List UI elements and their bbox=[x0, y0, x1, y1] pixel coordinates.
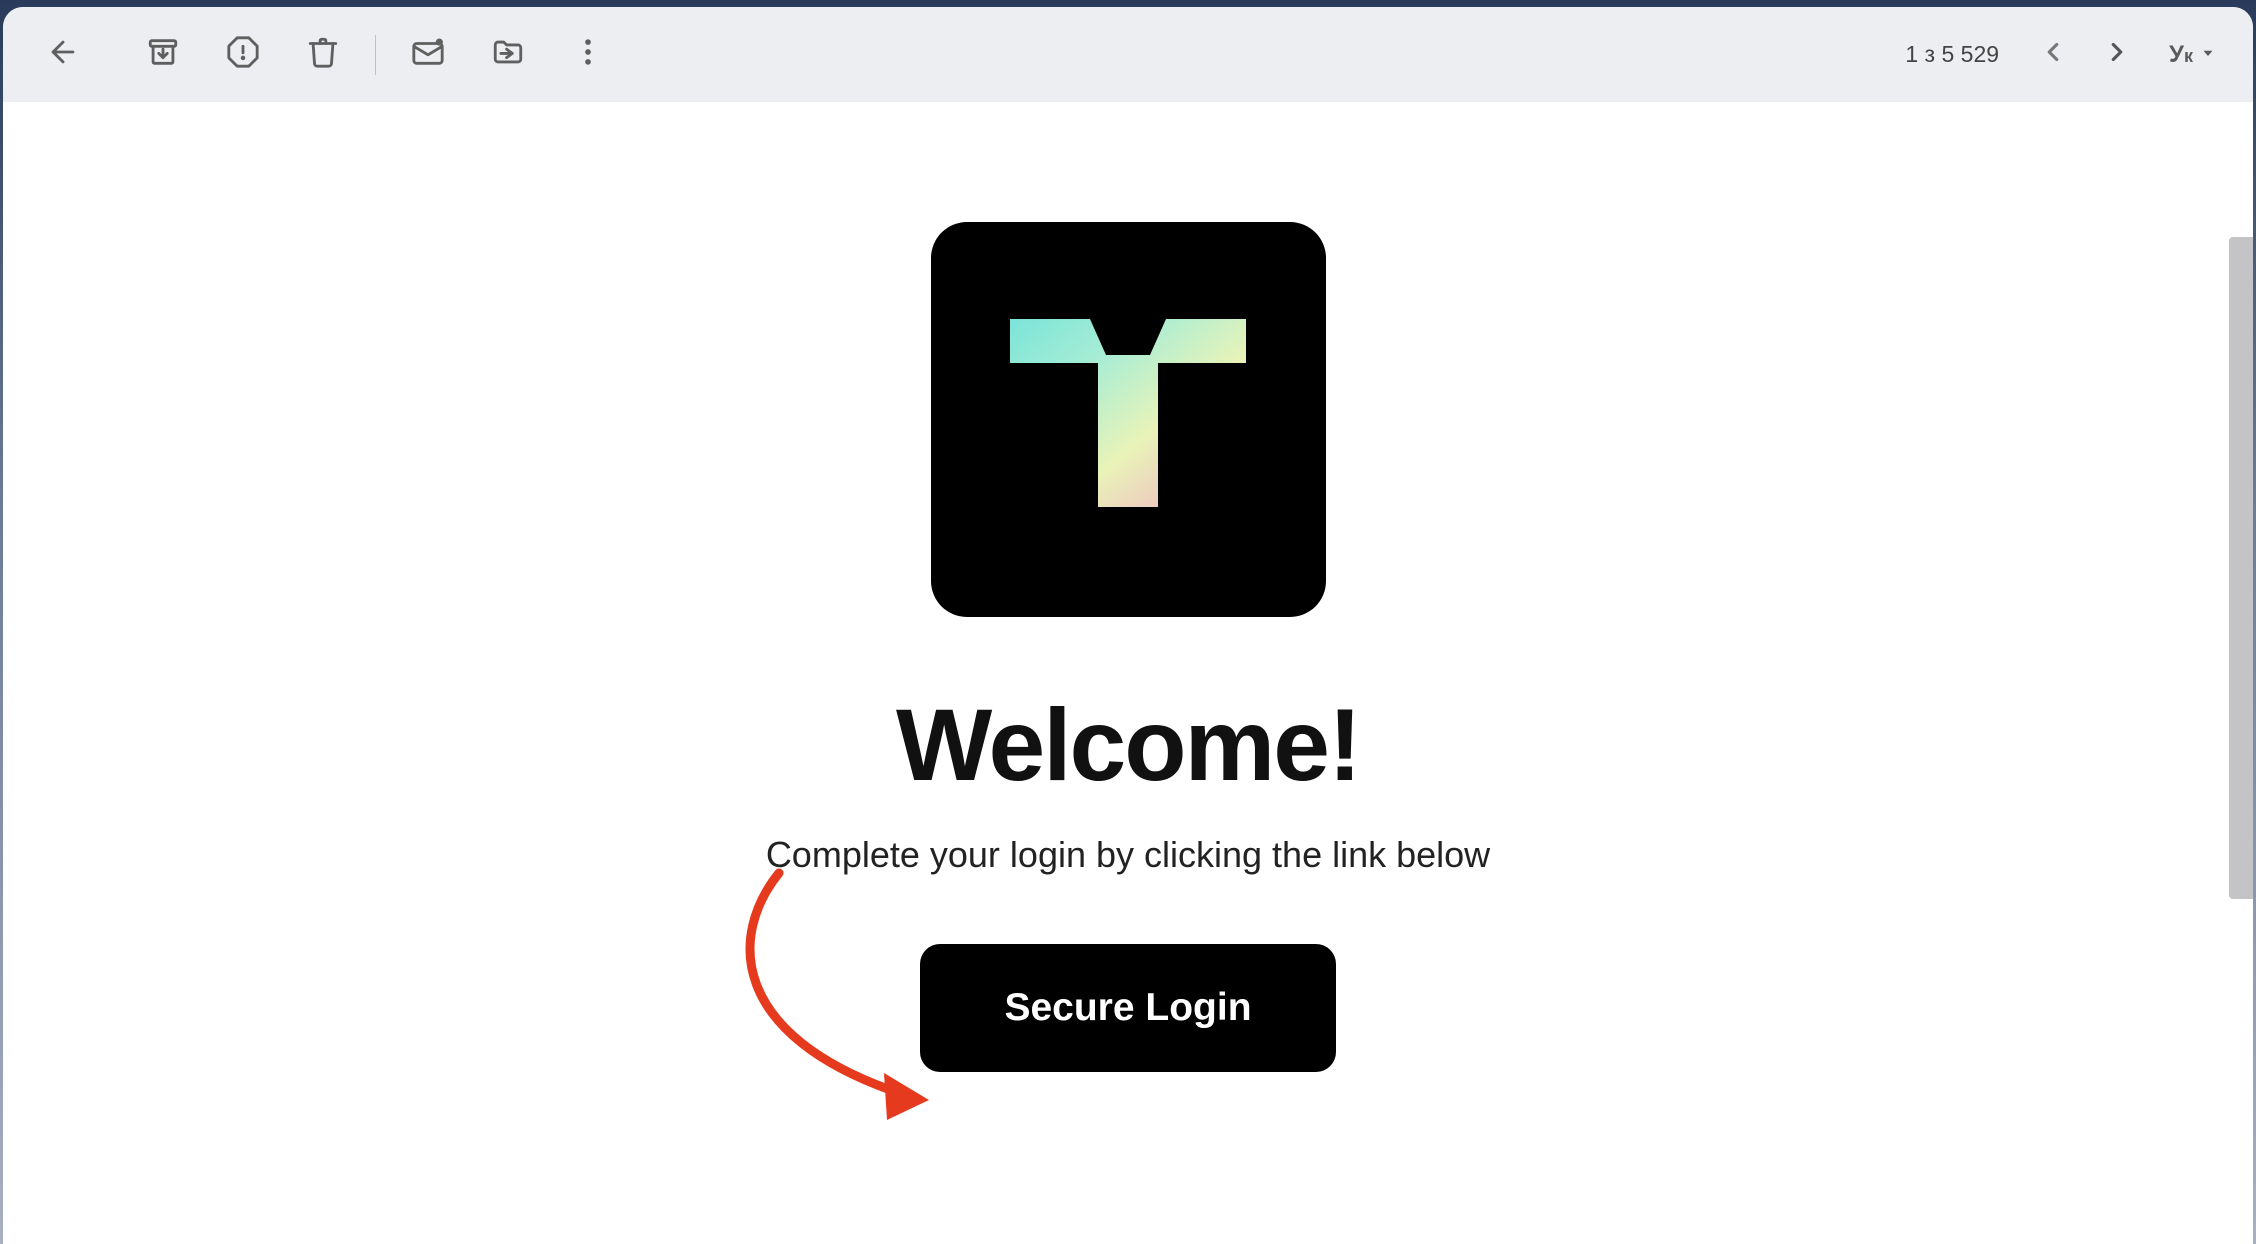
toolbar-divider bbox=[375, 35, 376, 75]
toolbar: 1 з 5 529 Ук bbox=[3, 7, 2253, 102]
archive-icon bbox=[146, 35, 180, 74]
caret-down-icon bbox=[2199, 41, 2217, 69]
scrollbar-thumb[interactable] bbox=[2229, 237, 2253, 899]
language-label: Ук bbox=[2169, 41, 2193, 69]
mark-unread-button[interactable] bbox=[388, 20, 468, 90]
chevron-right-icon bbox=[2102, 37, 2132, 72]
delete-button[interactable] bbox=[283, 20, 363, 90]
more-button[interactable] bbox=[548, 20, 628, 90]
report-icon bbox=[226, 35, 260, 74]
trash-icon bbox=[306, 35, 340, 74]
back-button[interactable] bbox=[23, 20, 103, 90]
archive-button[interactable] bbox=[123, 20, 203, 90]
folder-move-icon bbox=[491, 35, 525, 74]
secure-login-button[interactable]: Secure Login bbox=[920, 944, 1335, 1072]
welcome-subheading: Complete your login by clicking the link… bbox=[766, 834, 1490, 876]
welcome-heading: Welcome! bbox=[896, 687, 1360, 804]
message-counter: 1 з 5 529 bbox=[1887, 41, 2017, 68]
mail-unread-icon bbox=[411, 35, 445, 74]
language-selector[interactable]: Ук bbox=[2153, 41, 2233, 69]
email-window: 1 з 5 529 Ук bbox=[3, 7, 2253, 1244]
brand-logo-tile bbox=[931, 222, 1326, 617]
prev-message-button[interactable] bbox=[2025, 27, 2081, 83]
chevron-left-icon bbox=[2038, 37, 2068, 72]
next-message-button[interactable] bbox=[2089, 27, 2145, 83]
more-vertical-icon bbox=[571, 35, 605, 74]
curved-arrow-icon bbox=[719, 1132, 979, 1149]
email-body: Welcome! Complete your login by clicking… bbox=[3, 102, 2253, 1244]
t-logo-icon bbox=[998, 287, 1258, 552]
arrow-left-icon bbox=[46, 35, 80, 74]
move-to-button[interactable] bbox=[468, 20, 548, 90]
spam-button[interactable] bbox=[203, 20, 283, 90]
